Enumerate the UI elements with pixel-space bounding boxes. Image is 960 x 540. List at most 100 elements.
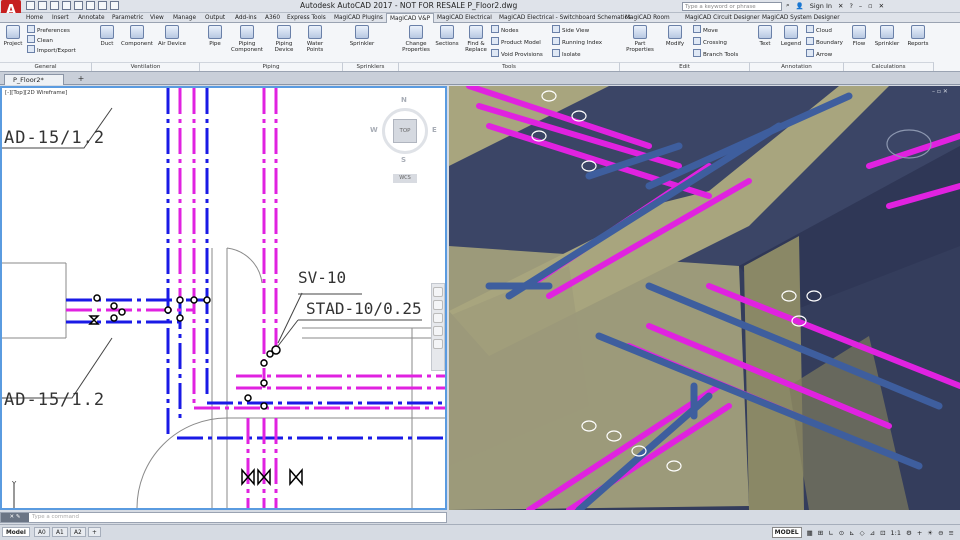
sign-in-link[interactable]: Sign In xyxy=(810,2,832,10)
layout-tab-a1[interactable]: A1 xyxy=(52,527,68,537)
tab-magicad-circuit-designer[interactable]: MagiCAD Circuit Designer xyxy=(685,13,760,23)
panel-ventilation-label[interactable]: Ventilation xyxy=(92,62,200,71)
annotation-monitor-icon[interactable]: + xyxy=(917,529,922,537)
air-device-button[interactable]: Air Device xyxy=(156,25,188,47)
panel-edit-label[interactable]: Edit xyxy=(620,62,750,71)
command-input[interactable]: Type a command xyxy=(32,513,79,522)
polar-icon[interactable]: ⊙ xyxy=(839,529,844,537)
web-mobile-icon[interactable] xyxy=(74,1,83,10)
workspace-icon[interactable]: ⚙ xyxy=(906,529,912,537)
nodes-button[interactable]: Nodes xyxy=(491,25,519,35)
panel-tools-label[interactable]: Tools xyxy=(399,62,620,71)
product-model-button[interactable]: Product Model xyxy=(491,37,541,47)
showmotion-icon[interactable] xyxy=(433,339,443,349)
exchange-icon[interactable]: ✕ xyxy=(838,2,843,10)
command-line-buttons[interactable]: ✕ ✎ xyxy=(1,513,29,522)
redo-icon[interactable] xyxy=(110,1,119,10)
snap-icon[interactable]: ⊞ xyxy=(818,529,823,537)
isolate-button[interactable]: Isolate xyxy=(552,49,581,59)
close-button[interactable]: ✕ xyxy=(879,2,884,10)
sections-button[interactable]: Sections xyxy=(433,25,461,47)
new-file-icon[interactable] xyxy=(26,1,35,10)
pipe-button[interactable]: Pipe xyxy=(202,25,228,47)
import-export-button[interactable]: Import/Export xyxy=(27,45,76,55)
flow-button[interactable]: Flow xyxy=(846,25,872,47)
reports-button[interactable]: Reports xyxy=(904,25,932,47)
annotation-visibility-icon[interactable]: ⊡ xyxy=(880,529,885,537)
customize-icon[interactable]: ≡ xyxy=(949,529,954,537)
maximize-button[interactable]: ▫ xyxy=(868,2,872,10)
isodraft-icon[interactable]: ⊾ xyxy=(849,529,854,537)
tab-add-ins[interactable]: Add-ins xyxy=(235,13,257,23)
save-icon[interactable] xyxy=(50,1,59,10)
clean-screen-icon[interactable]: ⊖ xyxy=(938,529,943,537)
isolate-objects-icon[interactable]: ☀ xyxy=(927,529,933,537)
preferences-button[interactable]: Preferences xyxy=(27,25,70,35)
help-button[interactable]: ? xyxy=(849,2,852,10)
annotation-scale-value[interactable]: 1:1 xyxy=(891,529,901,537)
tab-home[interactable]: Home xyxy=(26,13,43,23)
zoom-icon[interactable] xyxy=(433,313,443,323)
tab-annotate[interactable]: Annotate xyxy=(78,13,105,23)
piping-component-button[interactable]: Piping Component xyxy=(229,25,265,53)
viewport-window-controls[interactable]: – ▫ ✕ xyxy=(932,88,948,95)
find-replace-button[interactable]: Find & Replace xyxy=(462,25,490,53)
layout-tab-a0[interactable]: A0 xyxy=(34,527,50,537)
new-layout-button[interactable]: + xyxy=(88,527,101,537)
tab-insert[interactable]: Insert xyxy=(52,13,69,23)
wcs-menu[interactable]: WCS xyxy=(393,174,417,183)
command-line[interactable]: ✕ ✎ Type a command xyxy=(0,512,447,523)
tab-magicad-switchboard[interactable]: MagiCAD Electrical - Switchboard Schemat… xyxy=(499,13,631,23)
user-icon[interactable]: 👤 xyxy=(796,2,804,10)
save-as-icon[interactable] xyxy=(62,1,71,10)
search-input[interactable]: Type a keyword or phrase xyxy=(682,2,782,11)
viewport-3d-model[interactable]: – ▫ ✕ xyxy=(449,86,960,510)
compass-east[interactable]: E xyxy=(432,126,437,134)
minimize-button[interactable]: – xyxy=(859,2,862,10)
ortho-icon[interactable]: ∟ xyxy=(828,529,833,537)
otrack-icon[interactable]: ⊿ xyxy=(870,529,875,537)
arrow-button[interactable]: Arrow xyxy=(806,49,832,59)
viewport-2d-plan[interactable]: [-][Top][2D Wireframe] AD-15/1.2 AD-15/1… xyxy=(0,86,447,510)
pan-icon[interactable] xyxy=(433,300,443,310)
osnap-icon[interactable]: ◇ xyxy=(860,529,865,537)
tab-magicad-system-designer[interactable]: MagiCAD System Designer xyxy=(762,13,840,23)
clean-button[interactable]: Clean xyxy=(27,35,53,45)
tab-magicad-plugins[interactable]: MagiCAD Plugins xyxy=(334,13,383,23)
tab-manage[interactable]: Manage xyxy=(173,13,196,23)
panel-annotation-label[interactable]: Annotation xyxy=(750,62,844,71)
component-button[interactable]: Component xyxy=(121,25,153,47)
tab-magicad-room[interactable]: MagiCAD Room xyxy=(625,13,670,23)
plot-icon[interactable] xyxy=(86,1,95,10)
part-properties-button[interactable]: Part Properties xyxy=(624,25,656,53)
compass-north[interactable]: N xyxy=(401,96,407,104)
undo-icon[interactable] xyxy=(98,1,107,10)
layout-tab-model[interactable]: Model xyxy=(2,527,30,537)
steering-wheel-icon[interactable] xyxy=(433,287,443,297)
boundary-button[interactable]: Boundary xyxy=(806,37,843,47)
side-view-button[interactable]: Side View xyxy=(552,25,589,35)
project-button[interactable]: Project xyxy=(0,25,26,47)
tab-view[interactable]: View xyxy=(150,13,164,23)
tab-parametric[interactable]: Parametric xyxy=(112,13,143,23)
open-file-icon[interactable] xyxy=(38,1,47,10)
water-points-button[interactable]: Water Points xyxy=(300,25,330,53)
search-icon[interactable]: ⌕ xyxy=(786,1,790,10)
text-button[interactable]: Text xyxy=(752,25,778,47)
legend-button[interactable]: Legend xyxy=(778,25,804,47)
compass-west[interactable]: W xyxy=(370,126,378,134)
tab-magicad-electrical[interactable]: MagiCAD Electrical xyxy=(437,13,492,23)
cloud-button[interactable]: Cloud xyxy=(806,25,832,35)
panel-sprinklers-label[interactable]: Sprinklers xyxy=(343,62,399,71)
crossing-button[interactable]: Crossing xyxy=(693,37,727,47)
change-properties-button[interactable]: Change Properties xyxy=(401,25,431,53)
sprinkler-calc-button[interactable]: Sprinkler xyxy=(872,25,902,47)
new-file-tab-button[interactable]: + xyxy=(76,75,86,84)
void-provisions-button[interactable]: Void Provisions xyxy=(491,49,543,59)
tab-output[interactable]: Output xyxy=(205,13,225,23)
model-space-toggle[interactable]: MODEL xyxy=(771,527,802,538)
tab-magicad-vp[interactable]: MagiCAD V&P xyxy=(386,13,435,23)
branch-tools-button[interactable]: Branch Tools xyxy=(693,49,738,59)
sprinkler-button[interactable]: Sprinkler xyxy=(345,25,379,47)
duct-button[interactable]: Duct xyxy=(94,25,120,47)
